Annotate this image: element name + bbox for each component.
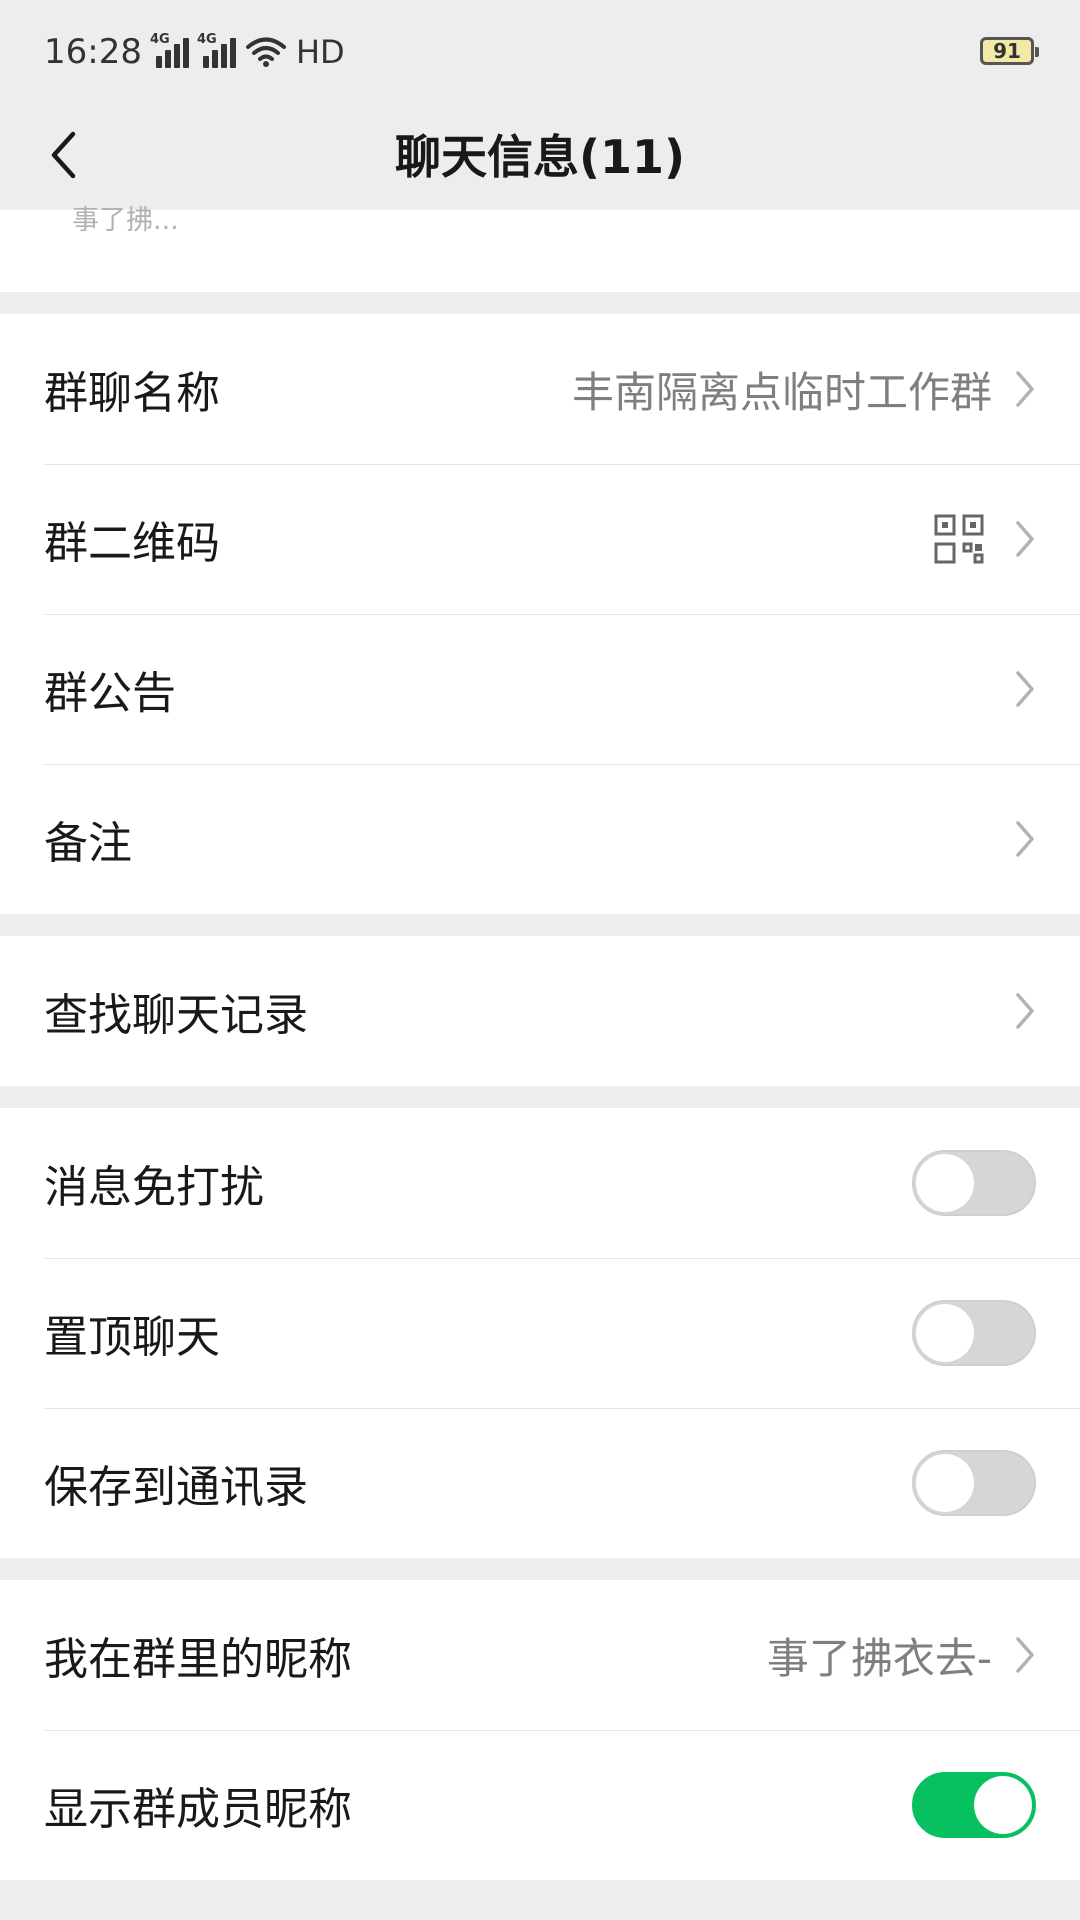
- my-nickname-value: 事了拂衣去-: [766, 1633, 992, 1683]
- wifi-icon: [245, 37, 286, 67]
- group-qr-row[interactable]: 群二维码: [0, 464, 1080, 614]
- status-left: 16:28 4G 4G HD: [44, 30, 345, 74]
- chevron-right-icon: [1014, 819, 1036, 859]
- pin-chat-label: 置顶聊天: [44, 1312, 220, 1363]
- save-to-contacts-label: 保存到通讯录: [44, 1462, 308, 1513]
- group-announcement-row[interactable]: 群公告: [0, 614, 1080, 764]
- signal-icon: 4G: [150, 32, 189, 68]
- group-announcement-label: 群公告: [44, 668, 176, 719]
- signal-icon-2: 4G: [197, 32, 236, 68]
- show-member-nicknames-row: 显示群成员昵称: [0, 1730, 1080, 1880]
- mute-toggle[interactable]: [912, 1150, 1036, 1216]
- search-chat-history-row[interactable]: 查找聊天记录: [0, 936, 1080, 1086]
- network-type-label: 4G: [149, 32, 170, 47]
- battery-icon: 91: [980, 37, 1039, 65]
- pin-chat-row: 置顶聊天: [0, 1258, 1080, 1408]
- page-title: 聊天信息(11): [394, 130, 686, 184]
- chevron-right-icon: [1014, 369, 1036, 409]
- mute-label: 消息免打扰: [44, 1162, 264, 1213]
- my-nickname-row[interactable]: 我在群里的昵称 事了拂衣去-: [0, 1580, 1080, 1730]
- save-to-contacts-row: 保存到通讯录: [0, 1408, 1080, 1558]
- nickname-section: 我在群里的昵称 事了拂衣去- 显示群成员昵称: [0, 1580, 1080, 1880]
- show-member-nicknames-toggle[interactable]: [912, 1772, 1036, 1838]
- members-section: 事了拂...: [0, 205, 1080, 292]
- chevron-right-icon: [1014, 1635, 1036, 1675]
- battery-level: 91: [993, 39, 1021, 63]
- network-type-label-2: 4G: [196, 32, 217, 47]
- my-nickname-label: 我在群里的昵称: [44, 1634, 352, 1685]
- status-bar: 16:28 4G 4G HD 91: [0, 0, 1080, 104]
- chevron-right-icon: [1014, 669, 1036, 709]
- group-name-value: 丰南隔离点临时工作群: [571, 367, 992, 417]
- hd-label: HD: [295, 33, 345, 71]
- show-member-nicknames-label: 显示群成员昵称: [44, 1784, 352, 1835]
- toggles-section: 消息免打扰 置顶聊天 保存到通讯录: [0, 1108, 1080, 1558]
- mute-row: 消息免打扰: [0, 1108, 1080, 1258]
- chevron-right-icon: [1014, 519, 1036, 559]
- settings-content: 事了拂... 群聊名称 丰南隔离点临时工作群 群二维码 群公告 备注 查找聊天记…: [0, 205, 1080, 1902]
- remark-row[interactable]: 备注: [0, 764, 1080, 914]
- member-name-peek: 事了拂...: [72, 205, 179, 236]
- nav-bar: 聊天信息(11): [0, 104, 1080, 210]
- pin-chat-toggle[interactable]: [912, 1300, 1036, 1366]
- search-section: 查找聊天记录: [0, 936, 1080, 1086]
- group-name-row[interactable]: 群聊名称 丰南隔离点临时工作群: [0, 314, 1080, 464]
- qr-code-icon: [934, 514, 984, 564]
- search-chat-history-label: 查找聊天记录: [44, 990, 308, 1041]
- group-qr-label: 群二维码: [44, 518, 220, 569]
- save-to-contacts-toggle[interactable]: [912, 1450, 1036, 1516]
- status-time: 16:28: [44, 32, 142, 72]
- group-name-label: 群聊名称: [44, 368, 220, 419]
- group-info-section: 群聊名称 丰南隔离点临时工作群 群二维码 群公告 备注: [0, 314, 1080, 914]
- chevron-right-icon: [1014, 991, 1036, 1031]
- remark-label: 备注: [44, 818, 132, 869]
